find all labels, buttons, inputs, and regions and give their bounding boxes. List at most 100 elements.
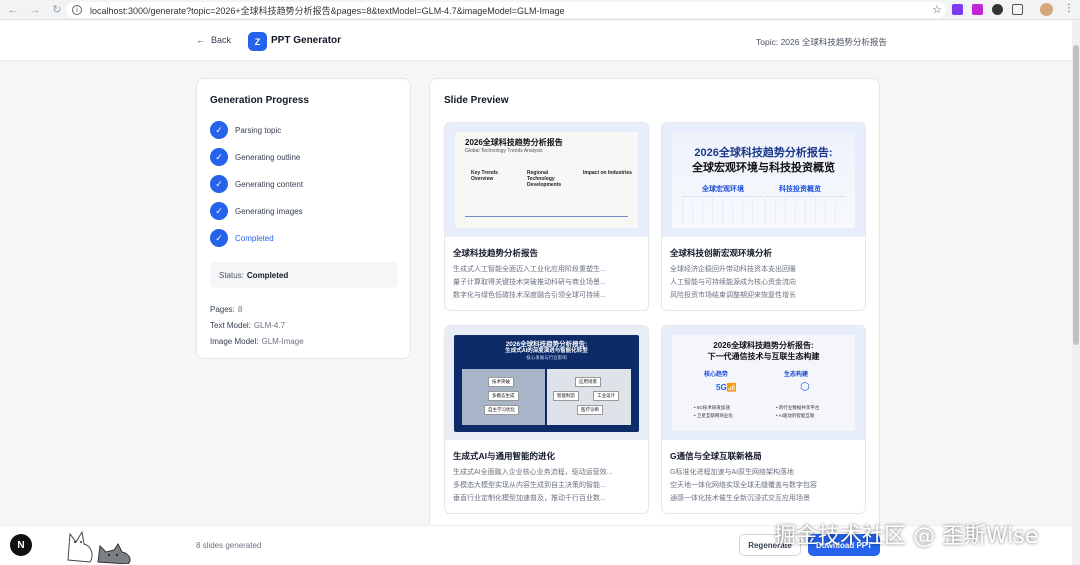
check-icon: ✓	[210, 148, 228, 166]
slide-image: 2026全球科技趋势分析报告: 全球宏观环境与科技投资概览 全球宏观环境 科技投…	[672, 132, 855, 228]
slide-bullet: 数字化与绿色低碳技术深度融合引领全球可持续...	[453, 292, 606, 299]
step-generating-outline: ✓ Generating outline	[210, 148, 300, 166]
thumb-tag: 多模态生成	[488, 390, 519, 401]
meta-label: Pages:	[210, 305, 235, 314]
thumb-point: • 卫星互联网商业化	[694, 413, 733, 418]
thumb-column: Impact on Industries	[583, 170, 632, 176]
cats-illustration	[67, 530, 131, 564]
step-parsing-topic: ✓ Parsing topic	[210, 121, 281, 139]
forward-arrow-icon[interactable]: →	[26, 1, 44, 19]
thumb-point: • 6G技术研发加速	[694, 405, 730, 410]
meta-value: GLM-Image	[261, 337, 304, 346]
topic-label: Topic: 2026 全球科技趋势分析报告	[756, 37, 887, 47]
step-generating-images: ✓ Generating images	[210, 202, 303, 220]
watermark-text: 掘金技术社区 @ 歪斯Wise	[774, 524, 1039, 549]
progress-title: Generation Progress	[210, 95, 309, 106]
slide-title: 全球科技趋势分析报告	[453, 248, 539, 258]
slide-title: 生成式AI与通用智能的进化	[453, 451, 556, 461]
slide-image: 2026全球科技趋势分析报告: 生成式AI的深度演进与智能化转型 核心发展与行业…	[454, 334, 639, 432]
thumb-tag: 智能制造	[553, 390, 579, 401]
slide-thumbnail: 2026全球科技趋势分析报告 Global Technology Trends …	[445, 123, 648, 237]
extension-icon[interactable]	[972, 4, 983, 15]
extensions-puzzle-icon[interactable]	[1012, 4, 1023, 15]
app-header: ← Back Z PPT Generator Topic: 2026 全球科技趋…	[0, 21, 1072, 61]
extension-icon[interactable]	[952, 4, 963, 15]
slide-card-3[interactable]: 2026全球科技趋势分析报告: 生成式AI的深度演进与智能化转型 核心发展与行业…	[444, 325, 649, 514]
url-text: localhost:3000/generate?topic=2026+全球科技趋…	[90, 5, 565, 16]
thumb-heading: 2026全球科技趋势分析报告:	[713, 341, 814, 350]
slide-bullet: 空天地一体化网络实现全球无缝覆盖与数字包容	[670, 482, 817, 489]
thumb-tag: 应用场景	[575, 376, 601, 387]
slide-image: 2026全球科技趋势分析报告: 下一代通信技术与互联生态构建 核心趋势 生态构建…	[672, 335, 855, 431]
image-model-meta: Image Model: GLM-Image	[210, 337, 304, 346]
thumb-tag: 技术突破	[488, 376, 514, 387]
meta-value: 8	[237, 305, 243, 314]
thumb-subheading: 全球宏观环境与科技投资概览	[692, 162, 835, 174]
thumb-column: Key Trends Overview	[471, 170, 498, 182]
back-button[interactable]: ← Back	[196, 35, 231, 45]
profile-avatar[interactable]	[1040, 3, 1053, 16]
page-scrollbar[interactable]	[1072, 21, 1080, 565]
slide-title: G通信与全球互联新格局	[670, 451, 762, 461]
slide-card-2[interactable]: 2026全球科技趋势分析报告: 全球宏观环境与科技投资概览 全球宏观环境 科技投…	[661, 122, 866, 311]
thumb-panel: 应用场景 智能制造 工业设计 医疗诊断	[547, 368, 631, 425]
thumb-tab: 科技投资概览	[779, 186, 821, 193]
thumb-label: 生态构建	[784, 372, 809, 378]
step-label: Generating content	[235, 179, 304, 189]
slide-title: 全球科技创新宏观环境分析	[670, 248, 773, 258]
step-label: Completed	[235, 233, 274, 243]
slide-bullet: 人工智能与可持续能源成为核心资金流向	[670, 279, 796, 286]
status-box: Status: Completed	[210, 262, 398, 288]
address-bar[interactable]: i localhost:3000/generate?topic=2026+全球科…	[66, 2, 946, 18]
slide-card-4[interactable]: 2026全球科技趋势分析报告: 下一代通信技术与互联生态构建 核心趋势 生态构建…	[661, 325, 866, 514]
slide-thumbnail: 2026全球科技趋势分析报告: 生成式AI的深度演进与智能化转型 核心发展与行业…	[445, 326, 648, 440]
thumb-5g-label: 5G	[716, 383, 727, 392]
thumb-label: 核心趋势	[704, 372, 729, 378]
slide-bullet: 多模态大模型实现从内容生成到自主决策的智能...	[453, 482, 606, 489]
check-icon: ✓	[210, 121, 228, 139]
thumb-divider	[465, 216, 628, 217]
slide-bullet: 生成式人工智能全面迈入工业化应用阶段重塑生...	[453, 266, 606, 273]
slide-thumbnail: 2026全球科技趋势分析报告: 下一代通信技术与互联生态构建 核心趋势 生态构建…	[662, 326, 865, 440]
menu-dots-icon[interactable]: ⋮	[1064, 3, 1075, 14]
panda-extension-icon[interactable]	[992, 4, 1003, 15]
step-label: Generating outline	[235, 152, 301, 162]
slide-card-1[interactable]: 2026全球科技趋势分析报告 Global Technology Trends …	[444, 122, 649, 311]
reload-icon[interactable]: ↻	[48, 1, 66, 19]
step-completed: ✓ Completed	[210, 229, 274, 247]
browser-toolbar: ← → ↻ i localhost:3000/generate?topic=20…	[0, 0, 1080, 20]
thumb-heading: 2026全球科技趋势分析报告:	[694, 147, 833, 159]
status-label: Status:	[219, 270, 244, 280]
meta-label: Text Model:	[210, 321, 251, 330]
slide-preview-panel: Slide Preview 2026全球科技趋势分析报告 Global Tech…	[429, 78, 880, 538]
meta-value: GLM-4.7	[253, 321, 286, 330]
slide-bullet: 通感一体化技术催生全新沉浸式交互应用场景	[670, 495, 810, 502]
antenna-icon: 5G📶	[716, 383, 737, 392]
text-model-meta: Text Model: GLM-4.7	[210, 321, 285, 330]
check-icon: ✓	[210, 202, 228, 220]
thumb-point: • 跨行业数据共享平台	[776, 405, 820, 410]
thumb-tag: 工业设计	[593, 390, 619, 401]
thumb-column: Regional Technology Developments	[527, 170, 562, 188]
site-info-icon[interactable]: i	[72, 5, 82, 15]
slide-thumbnail: 2026全球科技趋势分析报告: 全球宏观环境与科技投资概览 全球宏观环境 科技投…	[662, 123, 865, 237]
scroll-thumb[interactable]	[1073, 45, 1079, 345]
slide-bullet: 生成式AI全面融入企业核心业务流程，驱动运营效...	[453, 469, 613, 476]
network-icon: ⬡	[800, 381, 810, 393]
back-arrow-icon[interactable]: ←	[4, 1, 22, 19]
thumb-grid	[765, 196, 845, 224]
thumb-caption: 核心发展与行业影响	[526, 354, 567, 360]
nextjs-dev-indicator[interactable]: N	[10, 534, 32, 556]
thumb-subheading: 下一代通信技术与互联生态构建	[707, 352, 820, 361]
slide-image: 2026全球科技趋势分析报告 Global Technology Trends …	[455, 132, 638, 228]
thumb-heading: 2026全球科技趋势分析报告	[465, 138, 563, 147]
thumb-grid	[682, 196, 762, 224]
thumb-subtitle: Global Technology Trends Analysis	[465, 148, 543, 154]
thumb-tag: 医疗诊断	[577, 404, 603, 415]
arrow-left-icon: ←	[196, 35, 205, 45]
slide-bullet: G标准化进程加速与AI原生网络架构落地	[670, 469, 795, 476]
bookmark-star-icon[interactable]: ☆	[932, 3, 942, 16]
app-logo: Z	[248, 32, 267, 51]
status-value: Completed	[246, 270, 289, 280]
check-icon: ✓	[210, 229, 228, 247]
